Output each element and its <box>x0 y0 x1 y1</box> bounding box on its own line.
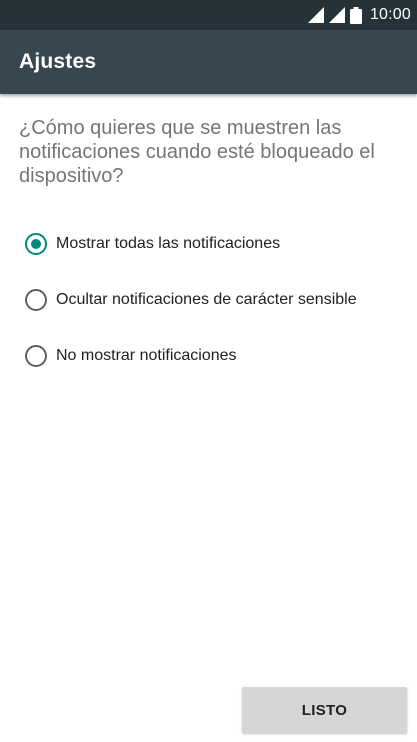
app-bar: Ajustes <box>0 30 417 94</box>
option-hide-sensitive-content[interactable]: Ocultar notificaciones de carácter sensi… <box>25 289 405 345</box>
option-label: Ocultar notificaciones de carácter sensi… <box>56 291 357 308</box>
radio-unchecked-icon[interactable] <box>25 345 47 367</box>
radio-checked-icon[interactable] <box>25 233 47 255</box>
signal-strength-icon <box>307 7 324 23</box>
battery-icon <box>349 6 362 24</box>
notification-options: Mostrar todas las notificaciones Ocultar… <box>25 233 405 401</box>
status-bar: 10:00 <box>0 0 417 30</box>
radio-dot <box>31 239 41 249</box>
cellular-signal-icon <box>328 7 345 23</box>
option-show-all-notifications[interactable]: Mostrar todas las notificaciones <box>25 233 405 289</box>
option-show-no-notifications[interactable]: No mostrar notificaciones <box>25 345 405 401</box>
radio-unchecked-icon[interactable] <box>25 289 47 311</box>
status-time: 10:00 <box>369 6 411 23</box>
lockscreen-notifications-question: ¿Cómo quieres que se muestren las notifi… <box>19 117 375 187</box>
option-label: No mostrar notificaciones <box>56 347 237 364</box>
page-title: Ajustes <box>19 50 97 73</box>
option-label: Mostrar todas las notificaciones <box>56 235 281 252</box>
done-button[interactable]: LISTO <box>242 687 407 733</box>
